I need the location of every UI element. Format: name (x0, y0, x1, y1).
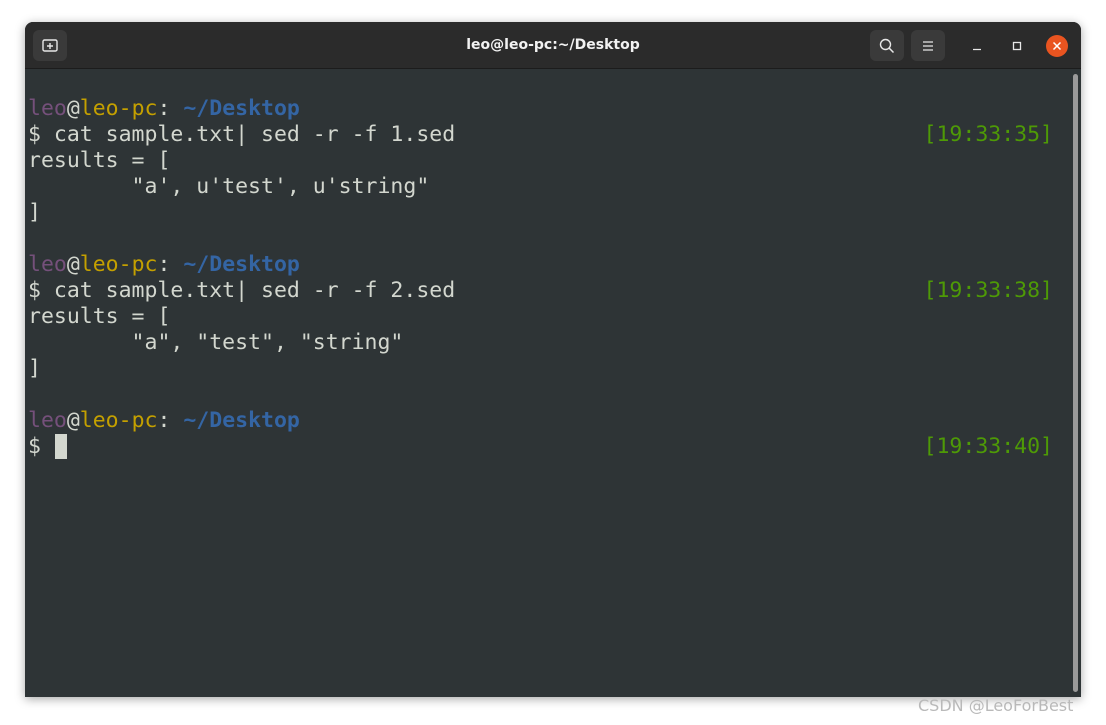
prompt-colon: : (157, 252, 184, 277)
timestamp: [19:33:38] (923, 278, 1053, 303)
prompt-host: leo-pc (79, 408, 158, 433)
output-line: "a', u'test', u'string" (28, 174, 430, 199)
close-button[interactable] (1046, 35, 1068, 57)
prompt-colon: : (157, 408, 184, 433)
prompt-line: leo@leo-pc: ~/Desktop (28, 252, 300, 278)
close-icon (1052, 41, 1062, 51)
output-line: ] (28, 356, 41, 381)
prompt-path: ~/Desktop (183, 96, 300, 121)
menu-button[interactable] (911, 30, 945, 61)
prompt-path: ~/Desktop (183, 252, 300, 277)
prompt-at: @ (66, 96, 80, 121)
search-icon (879, 38, 895, 54)
prompt-user: leo (28, 96, 67, 121)
output-line: ] (28, 200, 41, 225)
command-text: cat sample.txt| sed -r -f 2.sed (53, 278, 456, 303)
prompt-dollar: $ (28, 434, 54, 459)
prompt-host: leo-pc (79, 96, 158, 121)
timestamp: [19:33:40] (923, 434, 1053, 459)
command-text: cat sample.txt| sed -r -f 1.sed (53, 122, 456, 147)
prompt-dollar: $ (28, 122, 54, 147)
prompt-host: leo-pc (79, 252, 158, 277)
maximize-icon (1012, 41, 1022, 51)
prompt-user: leo (28, 252, 67, 277)
watermark: CSDN @LeoForBest (918, 696, 1074, 715)
hamburger-menu-icon (923, 41, 933, 51)
output-line: results = [ (28, 304, 171, 329)
command-line: $ cat sample.txt| sed -r -f 1.sed (28, 122, 455, 148)
prompt-at: @ (66, 408, 80, 433)
prompt-line: leo@leo-pc: ~/Desktop (28, 408, 300, 434)
prompt-path: ~/Desktop (183, 408, 300, 433)
prompt-dollar: $ (28, 278, 54, 303)
search-button[interactable] (870, 30, 904, 61)
minimize-button[interactable] (966, 35, 988, 57)
text-cursor (54, 434, 67, 459)
minimize-icon (973, 48, 981, 51)
prompt-colon: : (157, 96, 184, 121)
scrollbar[interactable] (1073, 74, 1078, 692)
output-line: results = [ (28, 148, 171, 173)
prompt-line: leo@leo-pc: ~/Desktop (28, 96, 300, 122)
terminal-content[interactable]: leo@leo-pc: ~/Desktop $ cat sample.txt| … (25, 69, 1081, 697)
command-line: $ cat sample.txt| sed -r -f 2.sed (28, 278, 455, 304)
command-line[interactable]: $ (28, 434, 67, 460)
terminal-window: leo@leo-pc:~/Desktop leo@leo-pc: ~/Deskt… (25, 22, 1081, 697)
output-line: "a", "test", "string" (28, 330, 404, 355)
prompt-user: leo (28, 408, 67, 433)
maximize-button[interactable] (1006, 35, 1028, 57)
timestamp: [19:33:35] (923, 122, 1053, 147)
title-bar[interactable]: leo@leo-pc:~/Desktop (25, 22, 1081, 69)
prompt-at: @ (66, 252, 80, 277)
